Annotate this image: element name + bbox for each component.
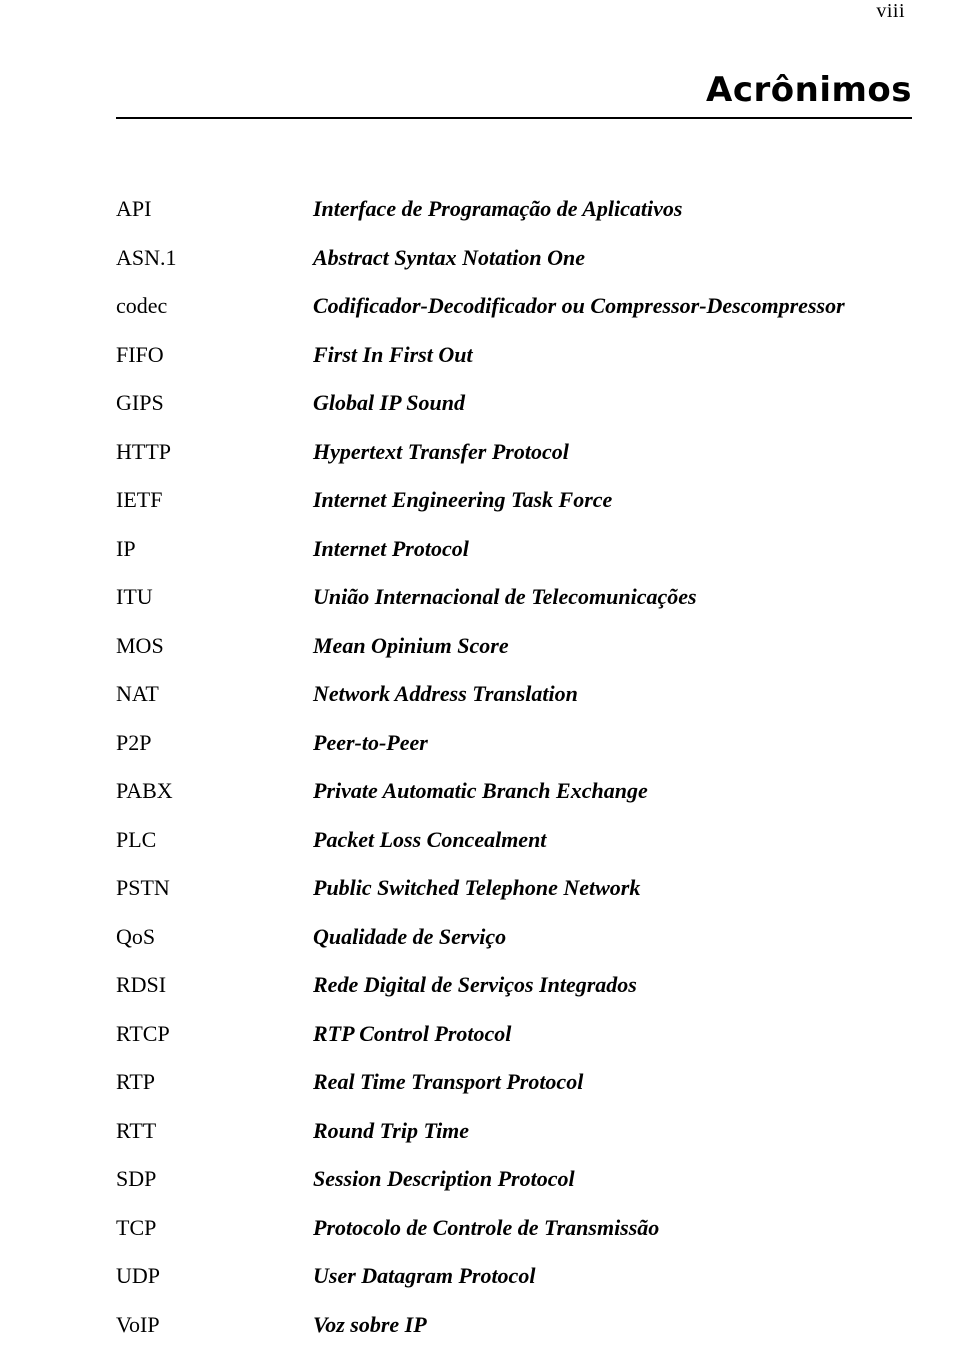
acronym-row: codec Codificador-Decodificador ou Compr… — [116, 293, 916, 342]
acronym-term: API — [116, 196, 313, 222]
acronym-term: VoIP — [116, 1312, 313, 1338]
acronym-row: PABX Private Automatic Branch Exchange — [116, 778, 916, 827]
acronym-definition: Internet Engineering Task Force — [313, 487, 916, 513]
acronym-definition: Protocolo de Controle de Transmissão — [313, 1215, 916, 1241]
page-title-block: Acrônimos — [116, 72, 912, 119]
acronym-row: TCP Protocolo de Controle de Transmissão — [116, 1215, 916, 1264]
acronym-definition: Hypertext Transfer Protocol — [313, 439, 916, 465]
acronym-term: GIPS — [116, 390, 313, 416]
acronym-row: P2P Peer-to-Peer — [116, 730, 916, 779]
acronym-definition: First In First Out — [313, 342, 916, 368]
acronym-definition: Packet Loss Concealment — [313, 827, 916, 853]
acronym-row: FIFO First In First Out — [116, 342, 916, 391]
acronym-row: PSTN Public Switched Telephone Network — [116, 875, 916, 924]
acronym-row: SDP Session Description Protocol — [116, 1166, 916, 1215]
acronym-definition: RTP Control Protocol — [313, 1021, 916, 1047]
acronym-definition: Interface de Programação de Aplicativos — [313, 196, 916, 222]
acronym-definition: Rede Digital de Serviços Integrados — [313, 972, 916, 998]
acronym-definition: Peer-to-Peer — [313, 730, 916, 756]
acronym-term: RDSI — [116, 972, 313, 998]
acronym-term: ASN.1 — [116, 245, 313, 271]
acronym-row: UDP User Datagram Protocol — [116, 1263, 916, 1312]
acronym-row: RTCP RTP Control Protocol — [116, 1021, 916, 1070]
acronym-definition: Voz sobre IP — [313, 1312, 916, 1338]
acronym-definition: Codificador-Decodificador ou Compressor-… — [313, 293, 916, 319]
page-title: Acrônimos — [116, 72, 912, 109]
acronym-term: codec — [116, 293, 313, 319]
acronym-term: RTCP — [116, 1021, 313, 1047]
acronym-row: IETF Internet Engineering Task Force — [116, 487, 916, 536]
acronym-definition: User Datagram Protocol — [313, 1263, 916, 1289]
document-page: viii Acrônimos API Interface de Programa… — [0, 0, 960, 1342]
acronym-term: PABX — [116, 778, 313, 804]
acronym-definition: Global IP Sound — [313, 390, 916, 416]
acronym-row: ITU União Internacional de Telecomunicaç… — [116, 584, 916, 633]
acronym-definition: Real Time Transport Protocol — [313, 1069, 916, 1095]
acronym-term: HTTP — [116, 439, 313, 465]
page-number: viii — [876, 0, 905, 23]
acronym-term: TCP — [116, 1215, 313, 1241]
acronym-row: VoIP Voz sobre IP — [116, 1312, 916, 1360]
acronym-row: QoS Qualidade de Serviço — [116, 924, 916, 973]
acronym-definition: Private Automatic Branch Exchange — [313, 778, 916, 804]
acronym-row: ASN.1 Abstract Syntax Notation One — [116, 245, 916, 294]
acronym-row: RDSI Rede Digital de Serviços Integrados — [116, 972, 916, 1021]
acronym-term: MOS — [116, 633, 313, 659]
acronym-term: NAT — [116, 681, 313, 707]
acronym-term: PSTN — [116, 875, 313, 901]
acronym-row: HTTP Hypertext Transfer Protocol — [116, 439, 916, 488]
acronym-term: RTP — [116, 1069, 313, 1095]
acronym-row: RTT Round Trip Time — [116, 1118, 916, 1167]
acronym-row: MOS Mean Opinium Score — [116, 633, 916, 682]
acronym-definition: Abstract Syntax Notation One — [313, 245, 916, 271]
acronym-definition: Mean Opinium Score — [313, 633, 916, 659]
acronym-term: IP — [116, 536, 313, 562]
acronym-list: API Interface de Programação de Aplicati… — [116, 196, 916, 1360]
acronym-definition: União Internacional de Telecomunicações — [313, 584, 916, 610]
acronym-term: SDP — [116, 1166, 313, 1192]
acronym-definition: Qualidade de Serviço — [313, 924, 916, 950]
acronym-term: FIFO — [116, 342, 313, 368]
acronym-row: GIPS Global IP Sound — [116, 390, 916, 439]
acronym-term: QoS — [116, 924, 313, 950]
acronym-term: PLC — [116, 827, 313, 853]
acronym-definition: Round Trip Time — [313, 1118, 916, 1144]
acronym-term: ITU — [116, 584, 313, 610]
acronym-row: NAT Network Address Translation — [116, 681, 916, 730]
acronym-row: API Interface de Programação de Aplicati… — [116, 196, 916, 245]
acronym-definition: Network Address Translation — [313, 681, 916, 707]
acronym-row: RTP Real Time Transport Protocol — [116, 1069, 916, 1118]
acronym-definition: Public Switched Telephone Network — [313, 875, 916, 901]
acronym-definition: Session Description Protocol — [313, 1166, 916, 1192]
acronym-definition: Internet Protocol — [313, 536, 916, 562]
acronym-term: P2P — [116, 730, 313, 756]
acronym-row: PLC Packet Loss Concealment — [116, 827, 916, 876]
acronym-row: IP Internet Protocol — [116, 536, 916, 585]
acronym-term: RTT — [116, 1118, 313, 1144]
title-divider — [116, 117, 912, 119]
acronym-term: IETF — [116, 487, 313, 513]
acronym-term: UDP — [116, 1263, 313, 1289]
